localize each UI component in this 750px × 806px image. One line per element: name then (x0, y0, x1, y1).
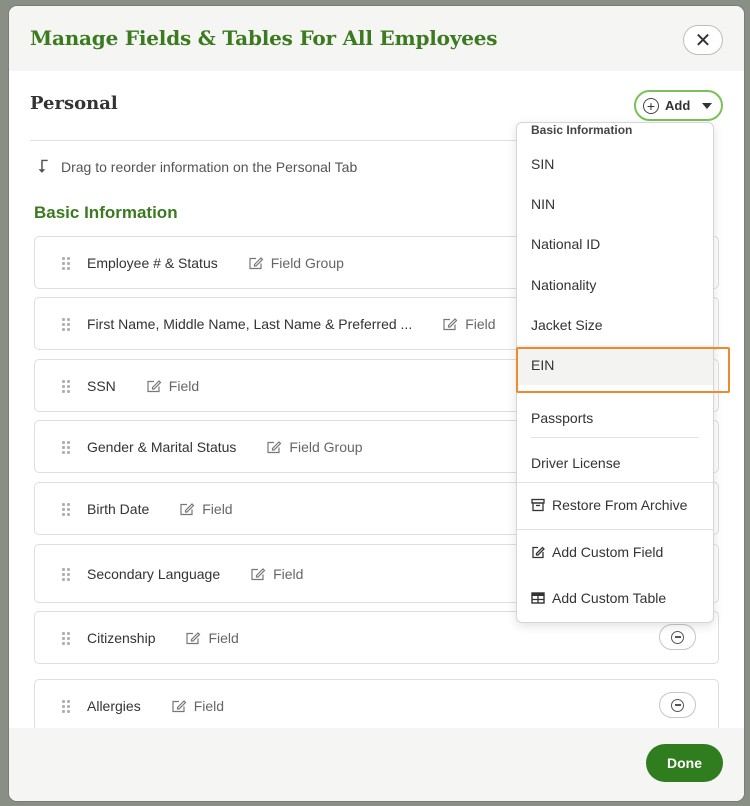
edit-icon (248, 256, 264, 270)
dropdown-item-label: Add Custom Table (552, 590, 667, 606)
edit-icon (146, 379, 162, 393)
field-row-type-label: Field Group (289, 438, 363, 455)
field-row-label: First Name, Middle Name, Last Name & Pre… (87, 315, 413, 332)
field-row-type-label: Field (193, 697, 225, 714)
dropdown-item-driver-license[interactable]: Driver License (517, 443, 713, 483)
dropdown-item-passports[interactable]: Passports (517, 398, 713, 438)
dropdown-separator (517, 529, 713, 530)
dropdown-item-label: EIN (531, 357, 555, 373)
field-row-type: Field (250, 566, 303, 582)
drag-handle-icon[interactable] (61, 501, 71, 516)
field-row-type: Field Group (266, 438, 363, 455)
drag-arrow-icon: ⮦ (37, 156, 49, 176)
dropdown-item-label: Add Custom Field (552, 544, 664, 560)
caret-down-icon (702, 102, 713, 109)
archive-icon (531, 498, 545, 512)
field-row-type-label: Field (202, 500, 233, 517)
dropdown-item-label: Restore From Archive (552, 497, 688, 513)
divider (30, 140, 530, 141)
dropdown-item-label: National ID (531, 236, 601, 252)
field-row-type-label: Field (168, 377, 200, 394)
field-row-type: Field (171, 698, 224, 714)
add-button[interactable]: + Add (634, 90, 723, 121)
modal-title: Manage Fields & Tables For All Employees (30, 26, 498, 50)
add-custom-field-item[interactable]: Add Custom Field (517, 532, 713, 572)
reorder-hint: ⮦ Drag to reorder information on the Per… (35, 156, 358, 177)
dropdown-item-label: Driver License (531, 455, 621, 471)
drag-handle-icon[interactable] (61, 630, 71, 645)
field-row-type: Field (185, 629, 239, 646)
field-row-type-label: Field (273, 565, 304, 582)
done-button[interactable]: Done (646, 744, 723, 782)
dropdown-item-label: Nationality (531, 277, 597, 293)
field-row-type-label: Field (465, 315, 496, 332)
edit-icon (266, 440, 282, 454)
field-row-label: Birth Date (87, 500, 150, 517)
add-button-label: Add (665, 98, 691, 113)
drag-handle-icon[interactable] (61, 316, 71, 331)
minus-circle-icon (671, 630, 684, 644)
modal-footer: Done (9, 728, 744, 801)
dropdown-item-national-id[interactable]: National ID (517, 224, 713, 264)
drag-handle-icon[interactable] (61, 378, 71, 393)
field-row-type: Field (442, 315, 496, 332)
field-row-label: Allergies (87, 697, 141, 714)
dropdown-item-nationality[interactable]: Nationality (517, 265, 713, 305)
modal-header: Manage Fields & Tables For All Employees… (9, 6, 744, 71)
field-row-label: Citizenship (87, 629, 156, 646)
dropdown-separator (517, 482, 713, 483)
dropdown-item-label: NIN (531, 196, 556, 212)
close-icon: ✕ (694, 29, 712, 52)
group-title: Basic Information (34, 203, 178, 222)
plus-circle-icon: + (643, 97, 659, 114)
edit-icon (442, 317, 458, 331)
dropdown-item-label: Jacket Size (531, 317, 603, 333)
dropdown-item-label: Passports (531, 410, 594, 426)
drag-handle-icon[interactable] (61, 566, 71, 581)
edit-icon (250, 567, 266, 581)
field-row-type: Field (146, 378, 199, 394)
add-dropdown-menu: Basic Information SIN NIN National ID Natio… (516, 122, 714, 623)
field-row-type: Field (179, 500, 233, 517)
dropdown-header: Basic Information (531, 123, 633, 137)
drag-handle-icon[interactable] (61, 255, 71, 270)
edit-icon (531, 545, 545, 559)
drag-handle-icon[interactable] (61, 698, 71, 713)
remove-field-button[interactable] (659, 692, 696, 718)
reorder-hint-text: Drag to reorder information on the Perso… (61, 158, 358, 175)
remove-field-button[interactable] (659, 624, 696, 650)
dropdown-item-nin[interactable]: NIN (517, 184, 713, 224)
table-icon (531, 591, 545, 605)
drag-handle-icon[interactable] (61, 439, 71, 454)
dropdown-item-ein[interactable]: EIN (517, 345, 713, 385)
add-custom-table-item[interactable]: Add Custom Table (517, 578, 713, 618)
field-row-label: Employee # & Status (87, 254, 218, 271)
field-row-type-label: Field (208, 629, 239, 646)
field-row-type-label: Field Group (270, 254, 344, 271)
dropdown-item-label: SIN (531, 156, 555, 172)
edit-icon (185, 631, 201, 645)
edit-icon (171, 699, 187, 713)
restore-from-archive-item[interactable]: Restore From Archive (517, 485, 713, 525)
edit-icon (179, 502, 195, 516)
field-row-label: SSN (87, 377, 116, 394)
minus-circle-icon (671, 698, 684, 712)
field-row-type: Field Group (248, 255, 344, 271)
dropdown-item-sin[interactable]: SIN (517, 144, 713, 184)
close-button[interactable]: ✕ (683, 25, 723, 55)
field-row-label: Secondary Language (87, 565, 221, 582)
field-row-label: Gender & Marital Status (87, 438, 237, 455)
dropdown-item-jacket-size[interactable]: Jacket Size (517, 305, 713, 345)
field-row[interactable]: Allergies Field (34, 679, 719, 732)
section-title: Personal (30, 93, 118, 114)
